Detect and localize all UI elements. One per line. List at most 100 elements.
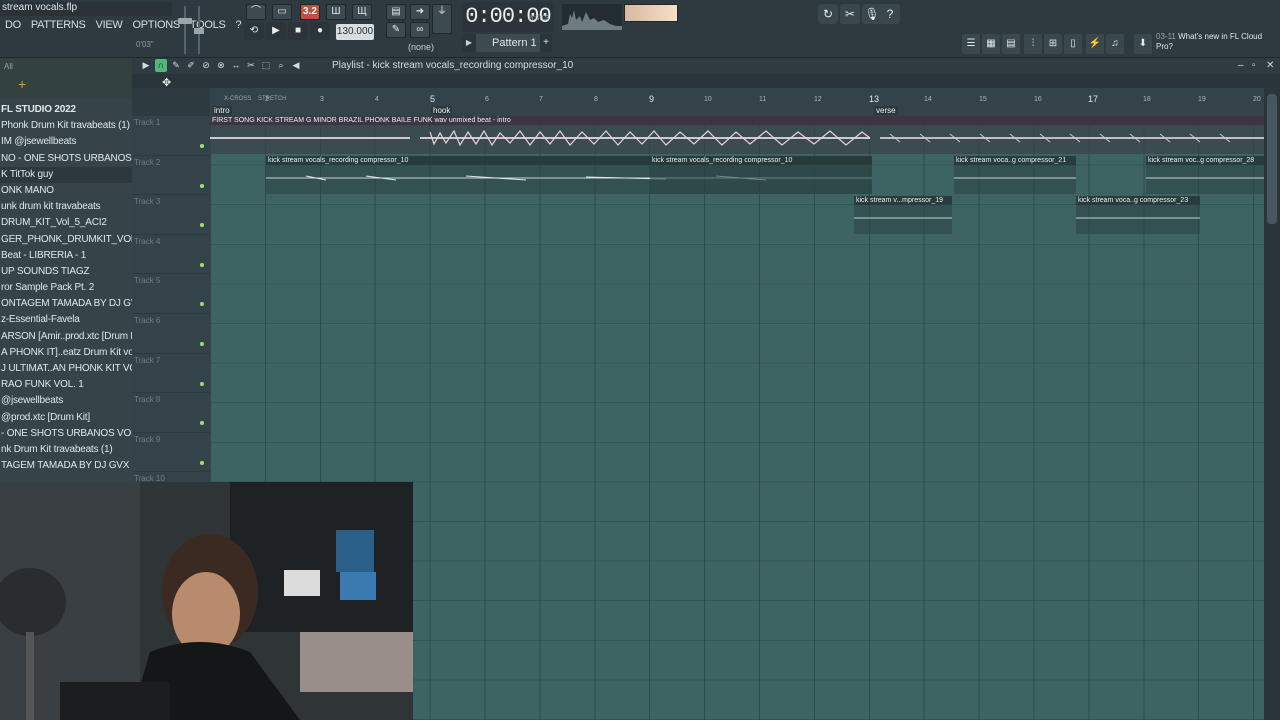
track-header[interactable]: Track 9 — [132, 433, 210, 473]
tempo-display[interactable]: 130.000 — [336, 24, 374, 40]
browser-item[interactable]: DRUM_KIT_Vol_5_ACI2 — [0, 215, 132, 231]
piano-roll-icon[interactable]: ▦ — [982, 34, 1000, 54]
track-active-led[interactable] — [200, 342, 204, 346]
track-header[interactable]: Track 4 — [132, 235, 210, 275]
cut-icon[interactable]: ✂ — [840, 4, 860, 24]
song-marker[interactable]: intro — [212, 106, 232, 115]
link-icon[interactable]: ∞ — [410, 22, 430, 38]
audio-clip-t3b[interactable]: kick stream voca..g compressor_23 — [1076, 196, 1200, 234]
track-active-led[interactable] — [200, 302, 204, 307]
browser-item[interactable]: @jsewellbeats — [0, 393, 132, 409]
browser-item[interactable]: ONK MANO — [0, 183, 132, 199]
track-active-led[interactable] — [200, 262, 204, 267]
browser-filter[interactable]: All — [4, 62, 13, 71]
browser-item[interactable]: TAGEM TAMADA BY DJ GVX — [0, 458, 132, 474]
arrow-icon[interactable]: ▶ — [140, 59, 152, 72]
microphone-icon[interactable]: 🎙 — [862, 4, 882, 24]
mixer-icon[interactable]: ⫶ — [1024, 34, 1042, 54]
browser-item[interactable]: ONTAGEM TAMADA BY DJ GVX — [0, 296, 132, 312]
piano-keys-icon[interactable]: ▤ — [386, 4, 406, 20]
audio-clip-t2b[interactable]: kick stream vocals_recording compressor_… — [650, 156, 872, 194]
slip-icon[interactable]: ↔ — [230, 59, 242, 72]
menu-view[interactable]: VIEW — [91, 18, 128, 34]
mute-icon[interactable]: ⊗ — [215, 59, 227, 72]
browser-item[interactable]: UP SOUNDS TIAGZ — [0, 264, 132, 280]
track-header[interactable]: Track 8 — [132, 393, 210, 433]
news-panel[interactable]: 03-11 What's new in FL Cloud Pro? — [1156, 32, 1266, 56]
play-button[interactable]: ▶ — [266, 22, 286, 40]
timeline-ruler[interactable]: X-CROSS STRETCH 2 3 4 5 6 7 8 9 10 11 12 13 14 15 16 17… — [210, 88, 1264, 116]
browser-item[interactable]: ror Sample Pack Pt. 2 — [0, 280, 132, 296]
master-volume-slider[interactable] — [178, 6, 192, 54]
browser-item[interactable]: ARSON [Amir..prod.xtc [Drum Kit] — [0, 329, 132, 345]
track-header[interactable]: Track 6 — [132, 314, 210, 354]
track-active-led[interactable] — [200, 421, 204, 426]
scrollbar-thumb[interactable] — [1267, 94, 1277, 224]
pat-song-toggle[interactable]: 3.2 — [300, 4, 320, 20]
minimize-icon[interactable]: – — [1238, 60, 1244, 71]
pattern-arrow-icon[interactable]: ▶ — [462, 34, 476, 52]
add-pattern-icon[interactable]: + — [540, 34, 552, 52]
stop-button[interactable]: ■ — [288, 22, 308, 40]
stamp-icon[interactable]: ⏚ — [432, 4, 452, 34]
song-marker[interactable]: hook — [431, 106, 453, 115]
loop-icon[interactable]: ⟲ — [244, 22, 264, 40]
audio-clip-t2d[interactable]: kick stream voc..g compressor_28 — [1146, 156, 1264, 194]
brush-icon[interactable]: ✎ — [386, 22, 406, 38]
draw-icon[interactable]: ✎ — [170, 59, 182, 72]
speaker-icon[interactable]: ◀ — [290, 59, 302, 72]
browser-item[interactable]: A PHONK IT]..eatz Drum Kit vol 1 — [0, 345, 132, 361]
move-icon[interactable]: ✥ — [162, 76, 171, 89]
track-header[interactable]: Track 5 — [132, 274, 210, 314]
time-display[interactable]: 0:00:00 M:S:CS — [462, 2, 554, 32]
track-header[interactable]: Track 1 — [132, 116, 210, 156]
menu-options[interactable]: OPTIONS — [127, 18, 184, 34]
browser-item[interactable]: z-Essential-Favela — [0, 312, 132, 328]
track-active-led[interactable] — [200, 460, 204, 465]
paint-icon[interactable]: ✐ — [185, 59, 197, 72]
song-marker[interactable]: verse — [874, 106, 898, 115]
browser-item[interactable]: FL STUDIO 2022 — [0, 102, 132, 118]
track-header[interactable]: Track 3 — [132, 195, 210, 235]
browser-icon[interactable]: ▯ — [1064, 34, 1082, 54]
track-active-led[interactable] — [200, 183, 204, 188]
typing-keyboard-icon[interactable]: Щ — [352, 4, 372, 20]
plugin-icon[interactable]: ⚡ — [1086, 34, 1104, 54]
step-edit-icon[interactable]: Ш — [326, 4, 346, 20]
menu-patterns[interactable]: PATTERNS — [26, 18, 91, 34]
rec-mode-icon[interactable]: ▭ — [272, 4, 292, 20]
browser-item[interactable]: - ONE SHOTS URBANOS VOL. 2 — [0, 426, 132, 442]
maximize-icon[interactable]: ▫ — [1252, 60, 1256, 71]
download-icon[interactable]: ⬇ — [1134, 34, 1152, 54]
audio-clip-t2c[interactable]: kick stream voca..g compressor_21 — [954, 156, 1076, 194]
zoom-icon[interactable]: ⌕ — [275, 59, 287, 72]
browser-item[interactable]: Phonk Drum Kit travabeats (1) — [0, 118, 132, 134]
delete-icon[interactable]: ⊘ — [200, 59, 212, 72]
snap-selector[interactable]: (none) — [408, 42, 434, 52]
select-icon[interactable]: ⬚ — [260, 59, 272, 72]
master-pitch-slider[interactable] — [194, 6, 204, 54]
browser-item[interactable]: IM @jsewellbeats — [0, 134, 132, 150]
track-active-led[interactable] — [200, 144, 204, 148]
browser-item[interactable]: K TitTok guy — [0, 166, 132, 183]
track-active-led[interactable] — [200, 223, 204, 228]
browser-item[interactable]: NO - ONE SHOTS URBANOS VOL. 2 — [0, 151, 132, 167]
metronome-icon[interactable]: ⌒ — [246, 4, 266, 20]
browser-add-icon[interactable]: + — [18, 76, 26, 92]
browser-item[interactable]: unk drum kit travabeats — [0, 199, 132, 215]
undo-icon[interactable]: ↻ — [818, 4, 838, 24]
browser-item[interactable]: GER_PHONK_DRUMKIT_VOL_3 — [0, 232, 132, 248]
tuner-icon[interactable]: ♫ — [1106, 34, 1124, 54]
browser-item[interactable]: nk Drum Kit travabeats (1) — [0, 442, 132, 458]
menu-file[interactable]: DO — [0, 18, 26, 34]
browser-item[interactable]: Beat - LIBRERIA - 1 — [0, 248, 132, 264]
playlist-icon[interactable]: ☰ — [962, 34, 980, 54]
close-icon[interactable]: ✕ — [1266, 60, 1274, 71]
browser-item[interactable]: J ULTIMAT..AN PHONK KIT VOL. 3 — [0, 361, 132, 377]
slice-icon[interactable]: ✂ — [245, 59, 257, 72]
arrow-right-icon[interactable]: ➜ — [410, 4, 430, 20]
audio-clip-main[interactable]: FIRST SONG KICK STREAM G MINOR BRAZIL PH… — [210, 116, 1264, 154]
record-button[interactable]: ● — [310, 22, 330, 40]
playlist-scrollbar[interactable] — [1264, 88, 1280, 720]
channel-rack-icon[interactable]: ▤ — [1002, 34, 1020, 54]
